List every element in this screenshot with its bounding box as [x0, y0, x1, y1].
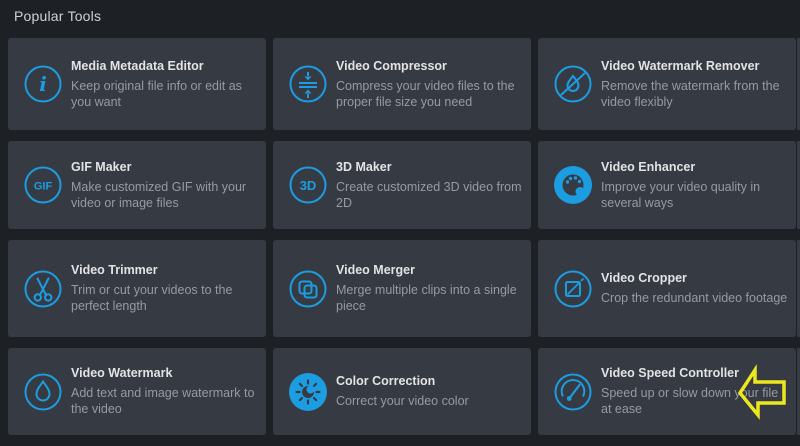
tool-text: GIF Maker Make customized GIF with your v… [71, 160, 261, 211]
tool-title: Video Watermark [71, 366, 261, 380]
tool-description: Correct your video color [336, 393, 526, 409]
tool-text: Video Trimmer Trim or cut your videos to … [71, 263, 261, 314]
tool-card-video-watermark[interactable]: Video Watermark Add text and image waterm… [8, 348, 266, 435]
tool-card-video-compressor[interactable]: Video Compressor Compress your video file… [273, 38, 531, 130]
tool-card-video-merger[interactable]: Video Merger Merge multiple clips into a … [273, 240, 531, 337]
tool-text: Video Enhancer Improve your video quality… [601, 160, 791, 211]
tool-title: Video Trimmer [71, 263, 261, 277]
tool-description: Add text and image watermark to the vide… [71, 385, 261, 417]
tool-description: Merge multiple clips into a single piece [336, 282, 526, 314]
tools-grid: i Media Metadata Editor Keep original file… [0, 0, 796, 435]
tool-card-gif-maker[interactable]: GIF GIF Maker Make customized GIF with you… [8, 141, 266, 229]
popular-tools-page: Popular Tools iMedia Metadata EditorKeep… [0, 0, 800, 446]
tool-description: Improve your video quality in several wa… [601, 179, 791, 211]
brightness-icon [288, 372, 328, 412]
tool-card-video-enhancer[interactable]: Video Enhancer Improve your video quality… [538, 141, 796, 229]
tool-card-color-correction[interactable]: Color Correction Correct your video color [273, 348, 531, 435]
tool-text: Media Metadata Editor Keep original file … [71, 59, 261, 110]
3d-icon: 3D [288, 165, 328, 205]
svg-text:3D: 3D [300, 178, 317, 193]
tool-description: Trim or cut your videos to the perfect l… [71, 282, 261, 314]
speedometer-icon [553, 372, 593, 412]
svg-text:i: i [39, 72, 47, 96]
tool-title: Media Metadata Editor [71, 59, 261, 73]
tool-title: Video Compressor [336, 59, 526, 73]
crop-icon [553, 269, 593, 309]
tool-card-video-cropper[interactable]: Video Cropper Crop the redundant video fo… [538, 240, 796, 337]
tool-text: Color Correction Correct your video color [336, 374, 526, 409]
tool-description: Keep original file info or edit as you w… [71, 78, 261, 110]
tool-text: Video Watermark Add text and image waterm… [71, 366, 261, 417]
tool-card-video-trimmer[interactable]: Video Trimmer Trim or cut your videos to … [8, 240, 266, 337]
tool-description: Make customized GIF with your video or i… [71, 179, 261, 211]
tool-description: Compress your video files to the proper … [336, 78, 526, 110]
gif-icon: GIF [23, 165, 63, 205]
tool-title: 3D Maker [336, 160, 526, 174]
palette-icon [553, 165, 593, 205]
drop-slash-icon [553, 64, 593, 104]
tool-text: Video Speed Controller Speed up or slow d… [601, 366, 791, 417]
compress-icon [288, 64, 328, 104]
tool-title: Video Cropper [601, 271, 791, 285]
tool-card-media-metadata-editor[interactable]: i Media Metadata Editor Keep original file… [8, 38, 266, 130]
svg-text:GIF: GIF [34, 181, 53, 193]
tool-description: Create customized 3D video from 2D [336, 179, 526, 211]
info-icon: i [23, 64, 63, 104]
tool-text: 3D Maker Create customized 3D video from … [336, 160, 526, 211]
tool-description: Crop the redundant video footage [601, 290, 791, 306]
tool-title: GIF Maker [71, 160, 261, 174]
tool-description: Remove the watermark from the video flex… [601, 78, 791, 110]
tool-title: Video Watermark Remover [601, 59, 791, 73]
merge-icon [288, 269, 328, 309]
tool-text: Video Cropper Crop the redundant video fo… [601, 271, 791, 306]
tool-title: Video Merger [336, 263, 526, 277]
tool-text: Video Compressor Compress your video file… [336, 59, 526, 110]
scissors-icon [23, 269, 63, 309]
tool-title: Video Speed Controller [601, 366, 791, 380]
tool-title: Video Enhancer [601, 160, 791, 174]
tool-text: Video Watermark Remover Remove the waterm… [601, 59, 791, 110]
tool-card-video-watermark-remover[interactable]: Video Watermark Remover Remove the waterm… [538, 38, 796, 130]
water-drop-icon [23, 372, 63, 412]
tool-description: Speed up or slow down your file at ease [601, 385, 791, 417]
tool-title: Color Correction [336, 374, 526, 388]
tool-card-video-speed-controller[interactable]: Video Speed Controller Speed up or slow d… [538, 348, 796, 435]
tool-card-3d-maker[interactable]: 3D 3D Maker Create customized 3D video fro… [273, 141, 531, 229]
tool-text: Video Merger Merge multiple clips into a … [336, 263, 526, 314]
